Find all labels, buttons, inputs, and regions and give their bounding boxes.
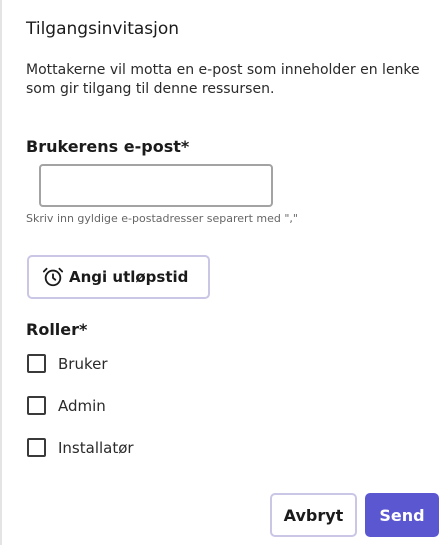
set-expiry-button[interactable]: Angi utløpstid — [27, 255, 210, 299]
cancel-button[interactable]: Avbryt — [270, 493, 357, 537]
access-invitation-dialog: Tilgangsinvitasjon Mottakerne vil motta … — [0, 0, 445, 545]
role-option-admin[interactable]: Admin — [27, 396, 106, 415]
role-label-admin: Admin — [58, 396, 106, 415]
email-field-hint: Skriv inn gyldige e-postadresser separer… — [26, 212, 298, 225]
send-button[interactable]: Send — [365, 493, 439, 537]
dialog-title: Tilgangsinvitasjon — [26, 19, 180, 39]
role-checkbox-admin[interactable] — [27, 396, 46, 415]
email-field-label: Brukerens e-post* — [26, 137, 190, 156]
role-checkbox-installator[interactable] — [27, 438, 46, 457]
alarm-clock-icon — [42, 266, 64, 288]
dialog-description: Mottakerne vil motta en e-post som inneh… — [26, 62, 420, 97]
role-option-installator[interactable]: Installatør — [27, 438, 134, 457]
role-label-installator: Installatør — [58, 438, 134, 457]
role-checkbox-bruker[interactable] — [27, 354, 46, 373]
role-label-bruker: Bruker — [58, 354, 108, 373]
roles-label: Roller* — [26, 320, 88, 339]
role-option-bruker[interactable]: Bruker — [27, 354, 108, 373]
email-field[interactable] — [39, 164, 273, 207]
set-expiry-label: Angi utløpstid — [69, 268, 189, 286]
